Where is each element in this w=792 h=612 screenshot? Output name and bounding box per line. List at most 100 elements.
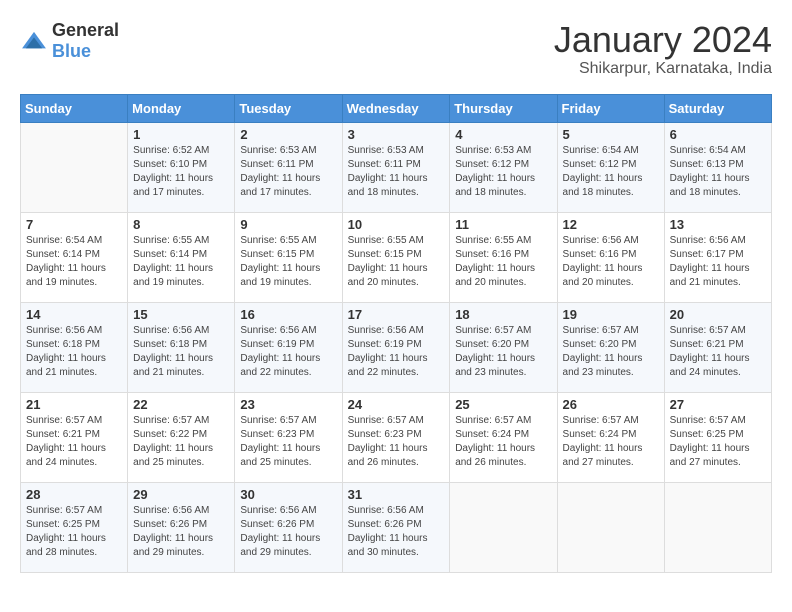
day-info: Sunrise: 6:56 AMSunset: 6:18 PMDaylight:…	[133, 324, 229, 380]
day-info: Sunrise: 6:56 AMSunset: 6:16 PMDaylight:…	[563, 234, 659, 290]
weekday-header-friday: Friday	[557, 94, 664, 122]
day-number: 27	[670, 397, 766, 412]
day-cell	[664, 482, 771, 572]
week-row-5: 28Sunrise: 6:57 AMSunset: 6:25 PMDayligh…	[21, 482, 772, 572]
day-info: Sunrise: 6:52 AMSunset: 6:10 PMDaylight:…	[133, 144, 229, 200]
day-cell: 7 Sunrise: 6:54 AMSunset: 6:14 PMDaylight…	[21, 212, 128, 302]
weekday-header-wednesday: Wednesday	[342, 94, 450, 122]
day-info: Sunrise: 6:53 AMSunset: 6:12 PMDaylight:…	[455, 144, 551, 200]
page-header: General Blue January 2024 Shikarpur, Kar…	[20, 20, 772, 78]
day-number: 11	[455, 217, 551, 232]
week-row-1: 1 Sunrise: 6:52 AMSunset: 6:10 PMDaylight…	[21, 122, 772, 212]
weekday-header-row: SundayMondayTuesdayWednesdayThursdayFrid…	[21, 94, 772, 122]
day-number: 20	[670, 307, 766, 322]
day-number: 4	[455, 127, 551, 142]
day-number: 26	[563, 397, 659, 412]
weekday-header-monday: Monday	[128, 94, 235, 122]
day-cell: 2 Sunrise: 6:53 AMSunset: 6:11 PMDaylight…	[235, 122, 342, 212]
day-cell: 22Sunrise: 6:57 AMSunset: 6:22 PMDayligh…	[128, 392, 235, 482]
day-cell: 1 Sunrise: 6:52 AMSunset: 6:10 PMDaylight…	[128, 122, 235, 212]
week-row-2: 7 Sunrise: 6:54 AMSunset: 6:14 PMDaylight…	[21, 212, 772, 302]
day-cell: 9 Sunrise: 6:55 AMSunset: 6:15 PMDaylight…	[235, 212, 342, 302]
day-number: 10	[348, 217, 445, 232]
day-cell: 21 Sunrise: 6:57 AMSunset: 6:21 PMDayligh…	[21, 392, 128, 482]
calendar-table: SundayMondayTuesdayWednesdayThursdayFrid…	[20, 94, 772, 573]
logo-blue: Blue	[52, 41, 91, 61]
day-cell: 6 Sunrise: 6:54 AMSunset: 6:13 PMDaylight…	[664, 122, 771, 212]
day-info: Sunrise: 6:55 AMSunset: 6:15 PMDaylight:…	[240, 234, 336, 290]
day-number: 25	[455, 397, 551, 412]
day-cell: 26 Sunrise: 6:57 AMSunset: 6:24 PMDayligh…	[557, 392, 664, 482]
day-number: 13	[670, 217, 766, 232]
day-number: 15	[133, 307, 229, 322]
day-info: Sunrise: 6:56 AMSunset: 6:26 PMDaylight:…	[348, 504, 445, 560]
day-number: 19	[563, 307, 659, 322]
day-info: Sunrise: 6:55 AMSunset: 6:16 PMDaylight:…	[455, 234, 551, 290]
weekday-header-saturday: Saturday	[664, 94, 771, 122]
day-cell: 30Sunrise: 6:56 AMSunset: 6:26 PMDayligh…	[235, 482, 342, 572]
day-cell: 20 Sunrise: 6:57 AMSunset: 6:21 PMDayligh…	[664, 302, 771, 392]
day-cell: 28Sunrise: 6:57 AMSunset: 6:25 PMDayligh…	[21, 482, 128, 572]
weekday-header-thursday: Thursday	[450, 94, 557, 122]
day-number: 12	[563, 217, 659, 232]
day-number: 18	[455, 307, 551, 322]
day-number: 6	[670, 127, 766, 142]
day-cell: 31Sunrise: 6:56 AMSunset: 6:26 PMDayligh…	[342, 482, 450, 572]
day-number: 8	[133, 217, 229, 232]
logo: General Blue	[20, 20, 119, 62]
day-number: 22	[133, 397, 229, 412]
day-cell: 12 Sunrise: 6:56 AMSunset: 6:16 PMDayligh…	[557, 212, 664, 302]
day-info: Sunrise: 6:57 AMSunset: 6:24 PMDaylight:…	[563, 414, 659, 470]
day-cell: 14Sunrise: 6:56 AMSunset: 6:18 PMDayligh…	[21, 302, 128, 392]
day-number: 2	[240, 127, 336, 142]
location-title: Shikarpur, Karnataka, India	[554, 60, 772, 78]
day-number: 7	[26, 217, 122, 232]
day-cell: 17 Sunrise: 6:56 AMSunset: 6:19 PMDayligh…	[342, 302, 450, 392]
day-number: 1	[133, 127, 229, 142]
day-cell: 29 Sunrise: 6:56 AMSunset: 6:26 PMDayligh…	[128, 482, 235, 572]
day-info: Sunrise: 6:56 AMSunset: 6:19 PMDaylight:…	[240, 324, 336, 380]
logo-text: General Blue	[52, 20, 119, 62]
day-cell: 11 Sunrise: 6:55 AMSunset: 6:16 PMDayligh…	[450, 212, 557, 302]
day-info: Sunrise: 6:57 AMSunset: 6:23 PMDaylight:…	[240, 414, 336, 470]
day-cell	[557, 482, 664, 572]
day-cell: 27Sunrise: 6:57 AMSunset: 6:25 PMDayligh…	[664, 392, 771, 482]
day-number: 29	[133, 487, 229, 502]
day-cell: 18 Sunrise: 6:57 AMSunset: 6:20 PMDayligh…	[450, 302, 557, 392]
day-number: 9	[240, 217, 336, 232]
week-row-4: 21 Sunrise: 6:57 AMSunset: 6:21 PMDayligh…	[21, 392, 772, 482]
day-info: Sunrise: 6:57 AMSunset: 6:21 PMDaylight:…	[26, 414, 122, 470]
day-info: Sunrise: 6:57 AMSunset: 6:20 PMDaylight:…	[563, 324, 659, 380]
weekday-header-sunday: Sunday	[21, 94, 128, 122]
day-number: 23	[240, 397, 336, 412]
day-cell: 24Sunrise: 6:57 AMSunset: 6:23 PMDayligh…	[342, 392, 450, 482]
day-number: 16	[240, 307, 336, 322]
day-info: Sunrise: 6:56 AMSunset: 6:26 PMDaylight:…	[133, 504, 229, 560]
day-info: Sunrise: 6:53 AMSunset: 6:11 PMDaylight:…	[348, 144, 445, 200]
day-info: Sunrise: 6:56 AMSunset: 6:18 PMDaylight:…	[26, 324, 122, 380]
day-number: 5	[563, 127, 659, 142]
day-cell	[450, 482, 557, 572]
weekday-header-tuesday: Tuesday	[235, 94, 342, 122]
day-cell: 19 Sunrise: 6:57 AMSunset: 6:20 PMDayligh…	[557, 302, 664, 392]
day-cell: 8Sunrise: 6:55 AMSunset: 6:14 PMDaylight…	[128, 212, 235, 302]
day-cell: 15 Sunrise: 6:56 AMSunset: 6:18 PMDayligh…	[128, 302, 235, 392]
day-info: Sunrise: 6:54 AMSunset: 6:14 PMDaylight:…	[26, 234, 122, 290]
day-cell: 3Sunrise: 6:53 AMSunset: 6:11 PMDaylight…	[342, 122, 450, 212]
week-row-3: 14Sunrise: 6:56 AMSunset: 6:18 PMDayligh…	[21, 302, 772, 392]
day-cell: 16 Sunrise: 6:56 AMSunset: 6:19 PMDayligh…	[235, 302, 342, 392]
day-cell: 13Sunrise: 6:56 AMSunset: 6:17 PMDayligh…	[664, 212, 771, 302]
day-info: Sunrise: 6:54 AMSunset: 6:13 PMDaylight:…	[670, 144, 766, 200]
day-info: Sunrise: 6:57 AMSunset: 6:21 PMDaylight:…	[670, 324, 766, 380]
day-cell: 25Sunrise: 6:57 AMSunset: 6:24 PMDayligh…	[450, 392, 557, 482]
day-info: Sunrise: 6:53 AMSunset: 6:11 PMDaylight:…	[240, 144, 336, 200]
day-cell: 10Sunrise: 6:55 AMSunset: 6:15 PMDayligh…	[342, 212, 450, 302]
day-info: Sunrise: 6:57 AMSunset: 6:20 PMDaylight:…	[455, 324, 551, 380]
day-info: Sunrise: 6:56 AMSunset: 6:19 PMDaylight:…	[348, 324, 445, 380]
day-number: 17	[348, 307, 445, 322]
day-cell: 23 Sunrise: 6:57 AMSunset: 6:23 PMDayligh…	[235, 392, 342, 482]
day-info: Sunrise: 6:57 AMSunset: 6:23 PMDaylight:…	[348, 414, 445, 470]
logo-icon	[20, 30, 48, 52]
day-info: Sunrise: 6:54 AMSunset: 6:12 PMDaylight:…	[563, 144, 659, 200]
day-number: 21	[26, 397, 122, 412]
